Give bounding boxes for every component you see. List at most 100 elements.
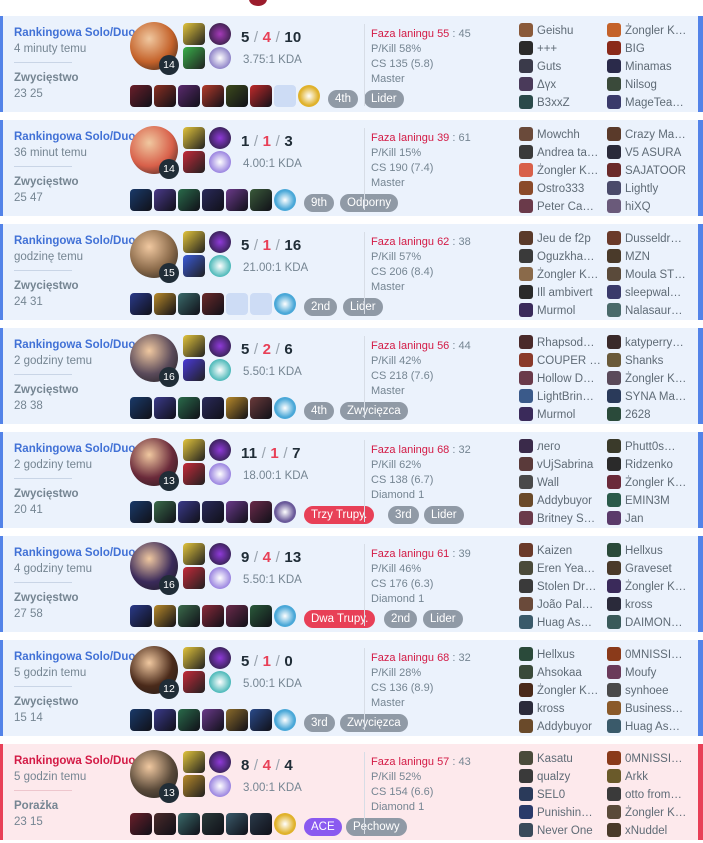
item-slot-2[interactable] <box>154 813 176 835</box>
item-slot-1[interactable] <box>130 605 152 627</box>
participant-blue[interactable]: Huag As… <box>519 615 603 631</box>
summoner-spell-2[interactable] <box>183 463 205 485</box>
item-slot-4[interactable] <box>202 85 224 107</box>
participant-blue[interactable]: Mowchh <box>519 127 603 143</box>
match-row[interactable]: Rankingowa Solo/Duo 2 godziny temu Zwycięs… <box>0 432 703 528</box>
participant-red[interactable]: otto from… <box>607 787 694 803</box>
summoner-spell-1[interactable] <box>183 543 205 565</box>
participant-blue[interactable]: Oguzkha… <box>519 249 603 265</box>
primary-rune-icon[interactable] <box>209 335 231 357</box>
secondary-rune-icon[interactable] <box>209 671 231 693</box>
item-slot-1[interactable] <box>130 501 152 523</box>
item-slot-5[interactable] <box>226 85 248 107</box>
item-slot-2[interactable] <box>154 709 176 731</box>
primary-rune-icon[interactable] <box>209 751 231 773</box>
participant-blue[interactable]: kross <box>519 701 603 717</box>
item-slot-4[interactable] <box>202 605 224 627</box>
summoner-spell-1[interactable] <box>183 439 205 461</box>
secondary-rune-icon[interactable] <box>209 463 231 485</box>
participant-blue[interactable]: Żongler K… <box>519 267 603 283</box>
participant-red[interactable]: 0MNISSI… <box>607 751 694 767</box>
participant-red[interactable]: Crazy Ma… <box>607 127 694 143</box>
summoner-spell-2[interactable] <box>183 255 205 277</box>
participant-red[interactable]: MageTea… <box>607 95 694 111</box>
participant-red[interactable]: Żongler K… <box>607 579 694 595</box>
item-slot-5[interactable] <box>226 397 248 419</box>
participant-blue[interactable]: Δүх <box>519 77 603 93</box>
participant-red[interactable]: MZN <box>607 249 694 265</box>
primary-rune-icon[interactable] <box>209 231 231 253</box>
participant-blue[interactable]: Never One <box>519 823 603 839</box>
participant-red[interactable]: Nalasaur… <box>607 303 694 319</box>
secondary-rune-icon[interactable] <box>209 775 231 797</box>
ward-icon[interactable] <box>274 709 296 731</box>
summoner-spell-1[interactable] <box>183 231 205 253</box>
participant-red[interactable]: Minamas <box>607 59 694 75</box>
summoner-spell-1[interactable] <box>183 23 205 45</box>
participant-red[interactable]: Moufy <box>607 665 694 681</box>
item-slot-1[interactable] <box>130 189 152 211</box>
participant-red[interactable]: sleepwal… <box>607 285 694 301</box>
item-slot-4[interactable] <box>202 501 224 523</box>
item-slot-6[interactable] <box>250 85 272 107</box>
participant-blue[interactable]: Andrea ta… <box>519 145 603 161</box>
participant-red[interactable]: Nilsog <box>607 77 694 93</box>
participant-red[interactable]: xNuddel <box>607 823 694 839</box>
match-row[interactable]: Rankingowa Solo/Duo 5 godzin temu Zwycięst… <box>0 640 703 736</box>
item-slot-3[interactable] <box>178 85 200 107</box>
match-row[interactable]: Rankingowa Solo/Duo 4 minuty temu Zwycięst… <box>0 16 703 112</box>
summoner-spell-1[interactable] <box>183 127 205 149</box>
participant-blue[interactable]: qualzy <box>519 769 603 785</box>
participant-blue[interactable]: Kaizen <box>519 543 603 559</box>
participant-red[interactable]: Graveset <box>607 561 694 577</box>
item-slot-4[interactable] <box>202 293 224 315</box>
participant-blue[interactable]: Kasatu <box>519 751 603 767</box>
summoner-spell-1[interactable] <box>183 335 205 357</box>
item-slot-3[interactable] <box>178 397 200 419</box>
primary-rune-icon[interactable] <box>209 439 231 461</box>
item-slot-1[interactable] <box>130 709 152 731</box>
participant-red[interactable]: Hellxus <box>607 543 694 559</box>
participant-blue[interactable]: Geishu <box>519 23 603 39</box>
participant-blue[interactable]: +++ <box>519 41 603 57</box>
participant-blue[interactable]: SEL0 <box>519 787 603 803</box>
participant-blue[interactable]: лего <box>519 439 603 455</box>
ward-icon[interactable] <box>298 85 320 107</box>
participant-red[interactable]: Lightly <box>607 181 694 197</box>
item-slot-6[interactable] <box>250 189 272 211</box>
item-slot-3[interactable] <box>178 501 200 523</box>
participant-blue[interactable]: Stolen Dr… <box>519 579 603 595</box>
ward-icon[interactable] <box>274 501 296 523</box>
participant-red[interactable]: Moula ST… <box>607 267 694 283</box>
participant-blue[interactable]: Ostro333 <box>519 181 603 197</box>
item-slot-5[interactable] <box>226 709 248 731</box>
item-slot-3[interactable] <box>178 709 200 731</box>
participant-blue[interactable]: Addybuyor <box>519 493 603 509</box>
summoner-spell-1[interactable] <box>183 751 205 773</box>
item-slot-3[interactable] <box>178 293 200 315</box>
participant-blue[interactable]: Britney S… <box>519 511 603 527</box>
participant-red[interactable]: katyperry… <box>607 335 694 351</box>
participant-red[interactable]: V5 ASURA <box>607 145 694 161</box>
item-slot-5[interactable] <box>226 189 248 211</box>
participant-red[interactable]: Arkk <box>607 769 694 785</box>
participant-blue[interactable]: Murmol <box>519 407 603 423</box>
summoner-spell-2[interactable] <box>183 359 205 381</box>
participant-blue[interactable]: Murmol <box>519 303 603 319</box>
item-slot-2[interactable] <box>154 397 176 419</box>
ward-icon[interactable] <box>274 189 296 211</box>
item-slot-3[interactable] <box>178 813 200 835</box>
participant-blue[interactable]: COUPER … <box>519 353 603 369</box>
item-slot-3[interactable] <box>178 189 200 211</box>
primary-rune-icon[interactable] <box>209 23 231 45</box>
participant-red[interactable]: Phutt0s… <box>607 439 694 455</box>
item-slot-2[interactable] <box>154 189 176 211</box>
match-row[interactable]: Rankingowa Solo/Duo 4 godziny temu Zwycięs… <box>0 536 703 632</box>
participant-blue[interactable]: Eren Yea… <box>519 561 603 577</box>
participant-red[interactable]: Shanks <box>607 353 694 369</box>
participant-red[interactable]: SAJATOOR <box>607 163 694 179</box>
participant-blue[interactable]: Rhapsod… <box>519 335 603 351</box>
participant-red[interactable]: EMIN3M <box>607 493 694 509</box>
participant-blue[interactable]: João Pal… <box>519 597 603 613</box>
participant-blue[interactable]: Ill ambivert <box>519 285 603 301</box>
